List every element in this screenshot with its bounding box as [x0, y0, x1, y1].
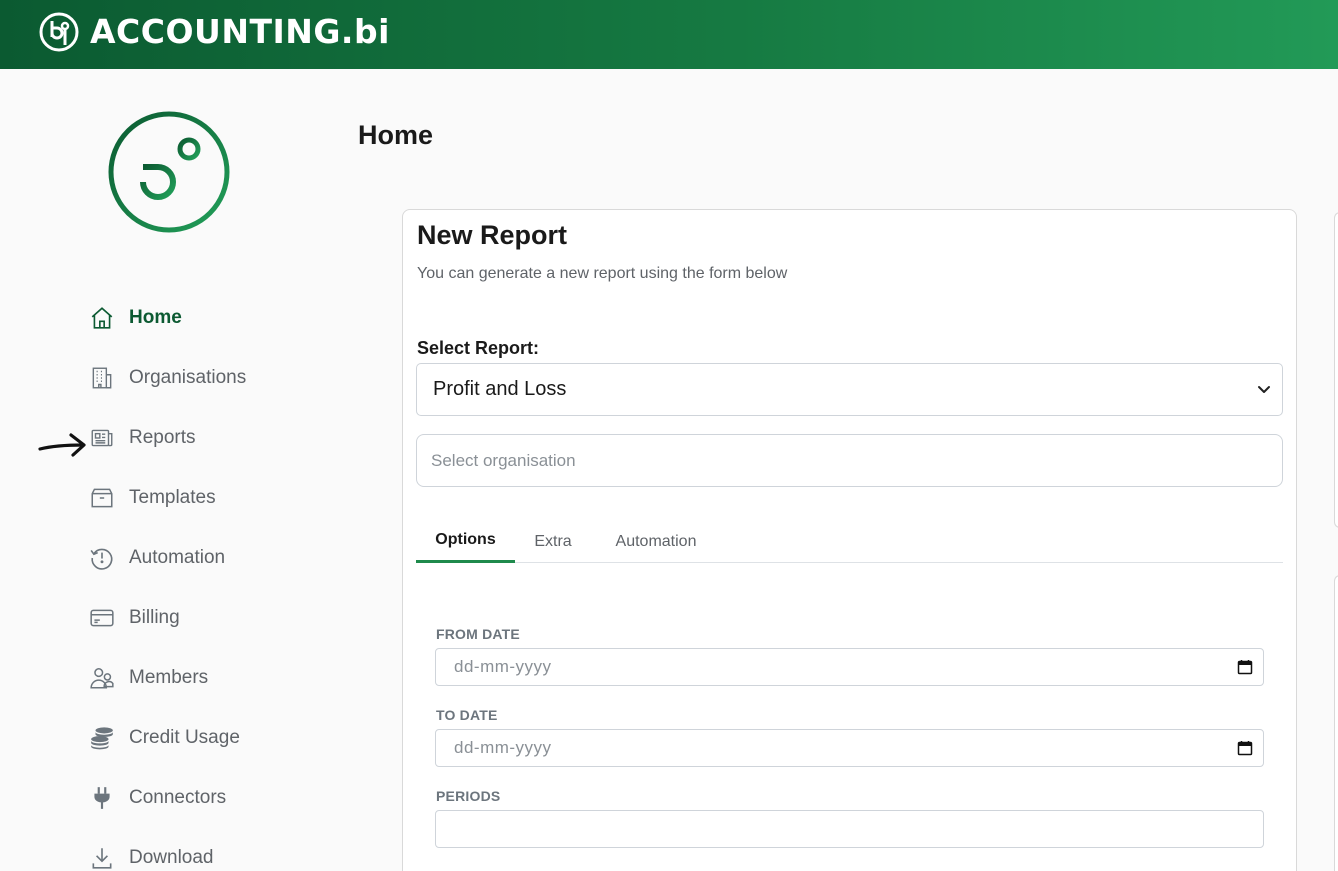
sidebar-item-label: Organisations [129, 367, 247, 388]
sidebar-item-templates[interactable]: Templates [88, 478, 328, 518]
to-date-placeholder: dd-mm-yyyy [454, 738, 552, 757]
organisation-select[interactable]: Select organisation [416, 434, 1283, 487]
brand-name: ACCOUNTING.bi [90, 12, 390, 51]
sidebar-item-credit-usage[interactable]: Credit Usage [88, 718, 328, 758]
side-card-edge [1334, 575, 1338, 871]
archive-box-icon [88, 484, 116, 512]
calendar-icon[interactable] [1237, 740, 1253, 756]
periods-label: PERIODS [436, 788, 501, 804]
sidebar-item-label: Home [129, 307, 182, 328]
sidebar-item-download[interactable]: Download [88, 838, 328, 871]
sidebar-item-label: Members [129, 667, 209, 688]
from-date-placeholder: dd-mm-yyyy [454, 657, 552, 676]
people-icon [88, 664, 116, 692]
to-date-input[interactable]: dd-mm-yyyy [435, 729, 1264, 767]
report-select[interactable]: Profit and Loss [416, 363, 1283, 416]
card-title: New Report [417, 220, 568, 250]
annotation-arrow-icon [38, 433, 86, 457]
from-date-label: FROM DATE [436, 626, 520, 642]
history-icon [88, 544, 116, 572]
sidebar-item-organisations[interactable]: Organisations [88, 358, 328, 398]
sidebar-item-members[interactable]: Members [88, 658, 328, 698]
credit-card-icon [88, 604, 116, 632]
tab-automation[interactable]: Automation [591, 520, 721, 563]
sidebar-item-label: Download [129, 847, 214, 868]
report-tabs: Options Extra Automation [416, 520, 1283, 563]
sidebar-item-label: Billing [129, 607, 180, 628]
page-title: Home [358, 120, 434, 150]
sidebar-item-automation[interactable]: Automation [88, 538, 328, 578]
tab-options[interactable]: Options [416, 520, 515, 563]
sidebar-item-label: Reports [129, 427, 196, 448]
to-date-label: TO DATE [436, 707, 498, 723]
new-report-card: New Report You can generate a new report… [402, 209, 1297, 871]
calendar-icon[interactable] [1237, 659, 1253, 675]
tab-extra[interactable]: Extra [515, 520, 591, 563]
bi-circle-logo-icon [108, 111, 230, 233]
sidebar-item-home[interactable]: Home [88, 298, 328, 338]
newspaper-icon [88, 424, 116, 452]
side-card-edge [1334, 212, 1338, 528]
home-icon [88, 304, 116, 332]
sidebar-item-reports[interactable]: Reports [88, 418, 328, 458]
periods-input[interactable] [435, 810, 1264, 848]
sidebar-item-connectors[interactable]: Connectors [88, 778, 328, 818]
plug-icon [88, 784, 116, 812]
report-select-value: Profit and Loss [433, 378, 567, 400]
bi-logo-icon [39, 12, 79, 52]
download-icon [88, 844, 116, 871]
from-date-input[interactable]: dd-mm-yyyy [435, 648, 1264, 686]
sidebar-item-label: Automation [129, 547, 226, 568]
top-header: ACCOUNTING.bi [0, 0, 1338, 69]
card-subtitle: You can generate a new report using the … [417, 265, 788, 282]
sidebar-item-label: Credit Usage [129, 727, 240, 748]
chevron-down-icon [1258, 386, 1270, 393]
building-icon [88, 364, 116, 392]
organisation-placeholder: Select organisation [431, 450, 576, 470]
sidebar-item-label: Connectors [129, 787, 227, 808]
select-report-label: Select Report: [417, 338, 540, 358]
brand-logo[interactable]: ACCOUNTING.bi [38, 11, 390, 53]
sidebar-item-label: Templates [129, 487, 216, 508]
coins-icon [88, 724, 116, 752]
sidebar-item-billing[interactable]: Billing [88, 598, 328, 638]
